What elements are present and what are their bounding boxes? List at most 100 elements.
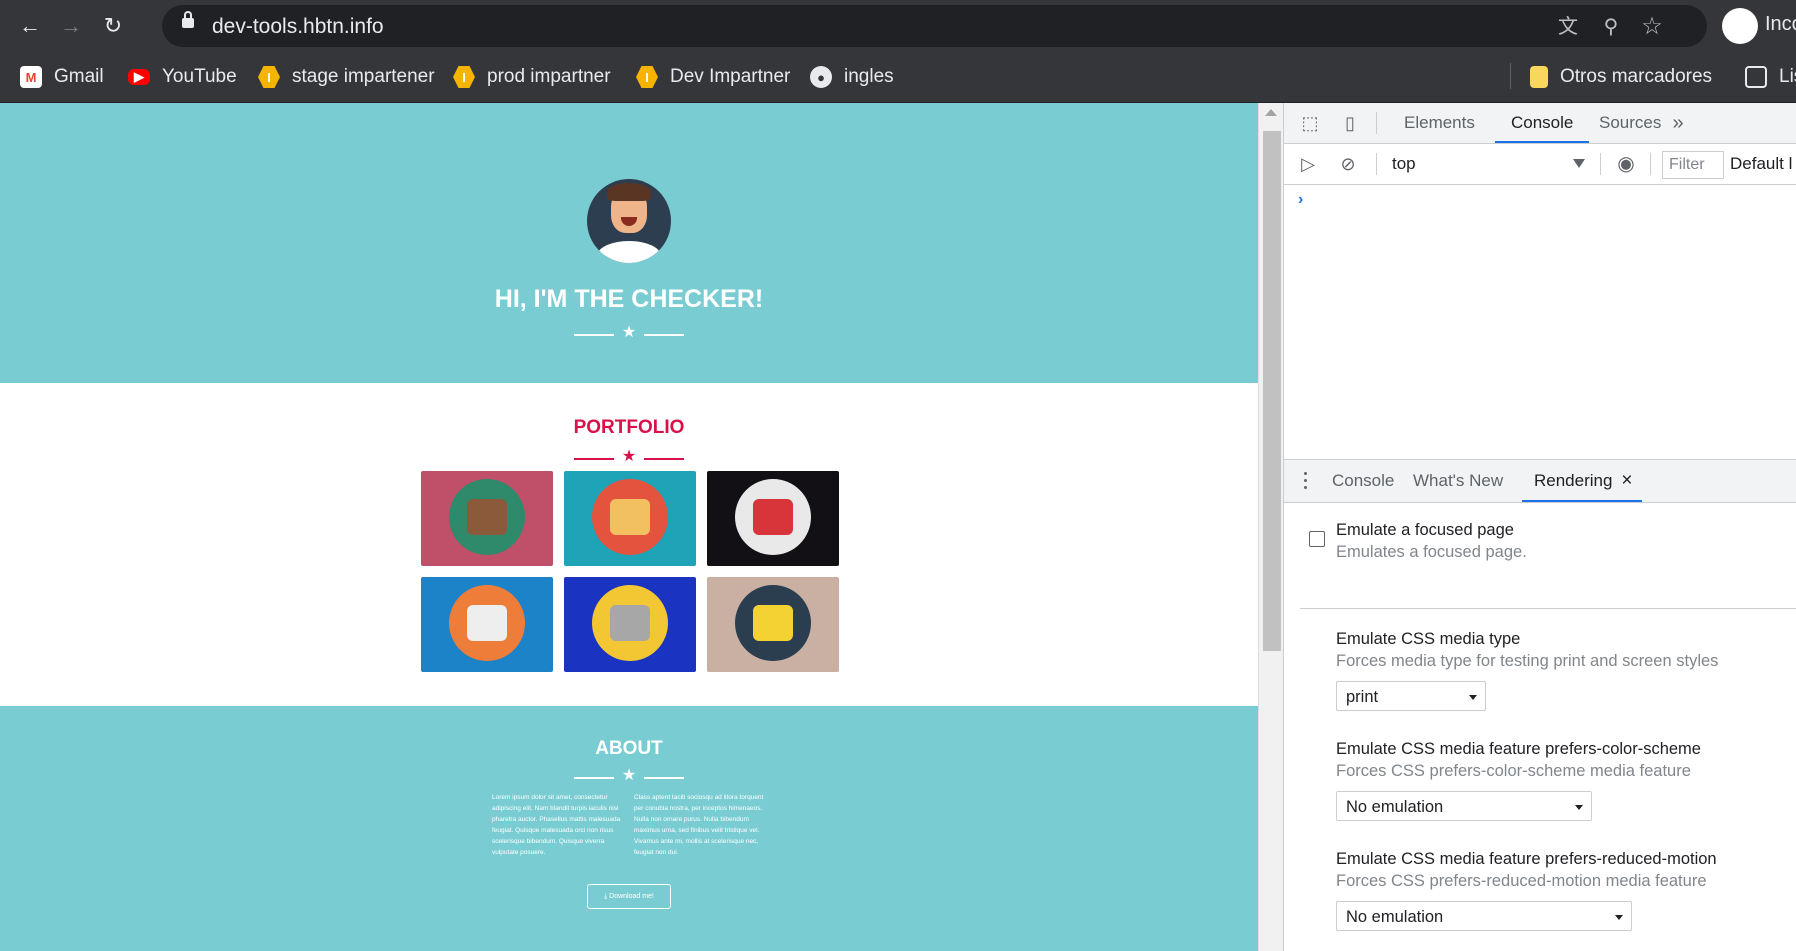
bookmark-label: prod impartner: [487, 66, 611, 87]
live-expression-eye-icon[interactable]: ◉: [1614, 152, 1638, 176]
hero-section: HI, I'M THE CHECKER! ★: [0, 103, 1258, 383]
cake-icon: [592, 479, 668, 555]
tab-sources[interactable]: Sources: [1583, 103, 1677, 143]
reading-list[interactable]: Lis: [1745, 64, 1796, 90]
drawer-menu-icon[interactable]: [1304, 472, 1308, 490]
toolbar-divider: [1650, 153, 1651, 175]
scroll-up-icon[interactable]: [1265, 109, 1277, 116]
context-selector[interactable]: top: [1392, 144, 1585, 184]
media-type-desc: Forces media type for testing print and …: [1336, 652, 1719, 670]
focused-page-title: Emulate a focused page: [1336, 521, 1514, 539]
star-icon: ★: [621, 324, 637, 341]
scrollbar-thumb[interactable]: [1263, 131, 1281, 651]
download-button[interactable]: ⤓ Download me!: [587, 884, 671, 909]
more-tabs-icon[interactable]: »: [1666, 111, 1690, 135]
portfolio-item-safe[interactable]: [564, 577, 696, 672]
bookmark-gmail[interactable]: M Gmail: [20, 64, 104, 90]
section-divider: [1300, 608, 1796, 609]
portfolio-section: PORTFOLIO ★: [0, 383, 1258, 706]
device-toolbar-icon[interactable]: ▯: [1338, 111, 1362, 135]
console-prompt[interactable]: ›: [1298, 191, 1303, 209]
drawer-tabbar: Console What's New Rendering ×: [1284, 459, 1796, 503]
media-type-value: print: [1346, 688, 1379, 706]
page-viewport: HI, I'M THE CHECKER! ★ PORTFOLIO ★ ABOUT…: [0, 103, 1258, 951]
color-scheme-select[interactable]: No emulation: [1336, 791, 1592, 821]
lock-icon[interactable]: [182, 11, 194, 28]
portfolio-item-submarine[interactable]: [707, 577, 839, 672]
bookmark-youtube[interactable]: ▶ YouTube: [128, 64, 237, 90]
portfolio-title: PORTFOLIO: [573, 417, 685, 438]
reload-icon[interactable]: ↻: [99, 12, 127, 40]
star-divider: ★: [574, 324, 684, 341]
drawer-tab-rendering[interactable]: Rendering ×: [1522, 460, 1643, 502]
youtube-icon: ▶: [128, 69, 150, 85]
reading-list-label: Lis: [1779, 66, 1796, 87]
media-type-select[interactable]: print: [1336, 681, 1486, 711]
bookmark-ingles[interactable]: ● ingles: [810, 64, 894, 90]
bookmark-label: YouTube: [162, 66, 237, 87]
zoom-icon[interactable]: ⚲: [1598, 14, 1624, 40]
bookmarks-bar: M Gmail ▶ YouTube I stage impartener I p…: [0, 52, 1796, 103]
log-levels-dropdown[interactable]: Default l: [1730, 144, 1792, 184]
toolbar-divider: [1376, 153, 1377, 175]
globe-icon: ●: [810, 66, 832, 88]
toolbar-divider: [1600, 153, 1601, 175]
translate-icon[interactable]: 文: [1555, 14, 1581, 40]
portfolio-item-controller[interactable]: [421, 577, 553, 672]
incognito-icon[interactable]: [1722, 8, 1758, 44]
reduced-motion-select[interactable]: No emulation: [1336, 901, 1632, 931]
bookmark-label: Gmail: [54, 66, 104, 87]
portfolio-item-cabin[interactable]: [421, 471, 553, 566]
bookmark-star-icon[interactable]: ☆: [1639, 14, 1665, 40]
close-icon[interactable]: ×: [1621, 460, 1632, 502]
sidebar-toggle-icon[interactable]: ▷: [1296, 152, 1320, 176]
portfolio-item-cake[interactable]: [564, 471, 696, 566]
bookmark-prod-impartner[interactable]: I prod impartner: [453, 64, 611, 90]
emulate-focused-page-checkbox[interactable]: [1309, 531, 1325, 547]
color-scheme-value: No emulation: [1346, 798, 1444, 816]
context-value: top: [1392, 154, 1416, 173]
inspect-element-icon[interactable]: ⬚: [1298, 111, 1322, 135]
submarine-icon: [735, 585, 811, 661]
drawer-tab-console[interactable]: Console: [1320, 460, 1406, 502]
console-toolbar: ▷ ⊘ top ◉ Filter Default l: [1284, 144, 1796, 185]
about-section: ABOUT ★ Lorem ipsum dolor sit amet, cons…: [0, 706, 1258, 951]
checker-avatar: [587, 179, 671, 263]
star-divider: ★: [574, 767, 684, 784]
clear-console-icon[interactable]: ⊘: [1336, 152, 1360, 176]
reduced-motion-desc: Forces CSS prefers-reduced-motion media …: [1336, 872, 1707, 890]
about-text-right: Class aptent taciti sociosqu ad litora t…: [634, 794, 764, 856]
reduced-motion-title: Emulate CSS media feature prefers-reduce…: [1336, 850, 1717, 868]
page-scrollbar[interactable]: [1258, 103, 1283, 951]
chevron-down-icon: [1469, 695, 1477, 700]
tab-elements[interactable]: Elements: [1388, 103, 1491, 143]
tab-console[interactable]: Console: [1495, 103, 1590, 143]
color-scheme-title: Emulate CSS media feature prefers-color-…: [1336, 740, 1701, 758]
url-text[interactable]: dev-tools.hbtn.info: [212, 15, 384, 39]
toolbar-divider: [1376, 112, 1377, 134]
circus-icon: [735, 479, 811, 555]
back-icon[interactable]: ←: [16, 12, 44, 40]
forward-icon[interactable]: →: [57, 12, 85, 40]
portfolio-item-circus[interactable]: [707, 471, 839, 566]
holberton-icon: I: [636, 66, 658, 88]
gmail-icon: M: [20, 66, 42, 88]
address-bar[interactable]: dev-tools.hbtn.info 文 ⚲ ☆: [162, 5, 1707, 47]
chevron-down-icon: [1615, 915, 1623, 920]
star-divider: ★: [574, 448, 684, 465]
profile-label[interactable]: Incognito: [1765, 13, 1796, 36]
other-bookmarks[interactable]: Otros marcadores: [1530, 64, 1712, 90]
reduced-motion-value: No emulation: [1346, 908, 1444, 926]
cabin-icon: [449, 479, 525, 555]
chevron-down-icon: [1575, 805, 1583, 810]
bookmark-stage-impartener[interactable]: I stage impartener: [258, 64, 435, 90]
bookmark-label: stage impartener: [292, 66, 435, 87]
controller-icon: [449, 585, 525, 661]
star-icon: ★: [621, 448, 637, 465]
console-filter-input[interactable]: Filter: [1662, 151, 1724, 179]
color-scheme-desc: Forces CSS prefers-color-scheme media fe…: [1336, 762, 1691, 780]
focused-page-desc: Emulates a focused page.: [1336, 543, 1527, 561]
drawer-tab-whats-new[interactable]: What's New: [1401, 460, 1515, 502]
bookmark-dev-impartner[interactable]: I Dev Impartner: [636, 64, 790, 90]
devtools-panel: ⬚ ▯ Elements Console Sources » ▷ ⊘ top ◉…: [1283, 103, 1796, 951]
